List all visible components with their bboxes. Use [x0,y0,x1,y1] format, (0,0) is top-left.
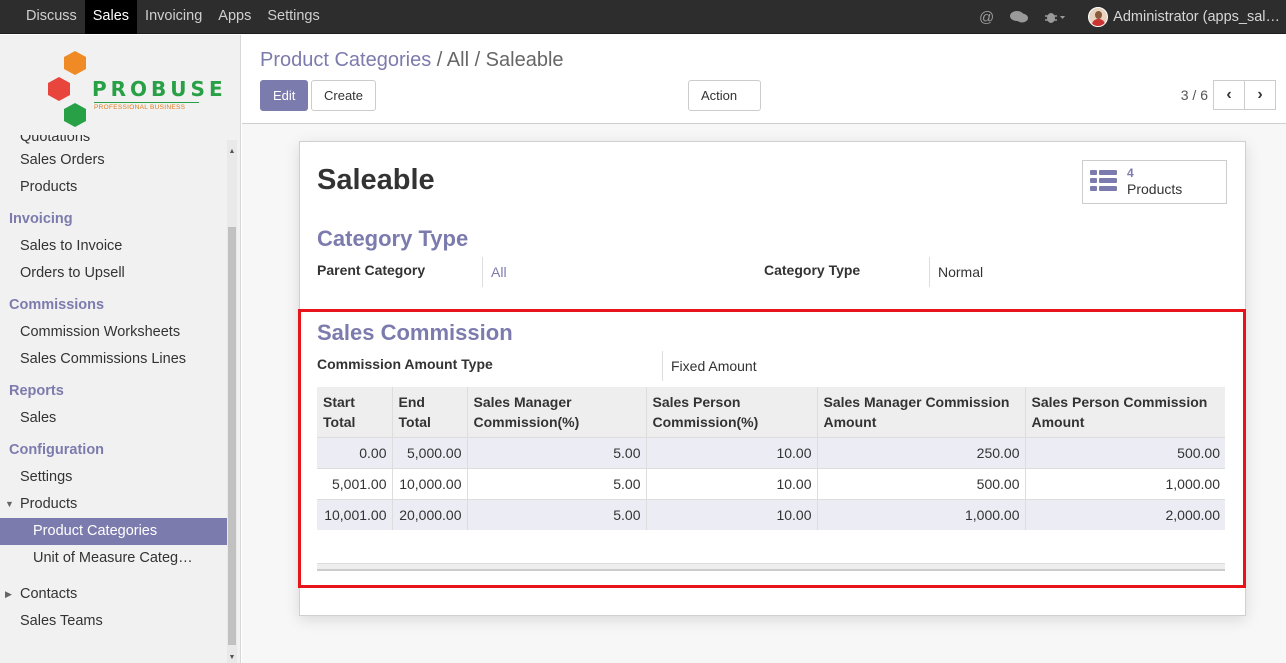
app-menu: Discuss Sales Invoicing Apps Settings [18,0,328,34]
breadcrumb: Product Categories / All / Saleable [260,49,564,72]
sidebar-item-sales-teams[interactable]: Sales Teams [0,608,227,635]
highlight-box [298,309,1246,588]
edit-button[interactable]: Edit [260,80,309,111]
products-label: Products [1127,181,1183,197]
menu-apps[interactable]: Apps [210,0,259,34]
at-sign-icon[interactable]: @ [979,9,994,26]
breadcrumb-root[interactable]: Product Categories [260,49,431,71]
control-panel: Product Categories / All / Saleable Edit… [242,35,1286,131]
sidebar-heading-commissions[interactable]: Commissions [0,287,227,319]
products-count: 4 [1127,166,1134,180]
sidebar-item-uom-categories[interactable]: Unit of Measure Categ… [0,545,227,572]
sidebar-item-sales-to-invoice[interactable]: Sales to Invoice [0,233,227,260]
create-button[interactable]: Create [311,80,377,111]
sidebar-item-sales-orders[interactable]: Sales Orders [0,147,227,174]
sidebar-item-label: Products [20,496,78,512]
sidebar-item-quotations[interactable]: Quotations [0,135,227,147]
menu-sales[interactable]: Sales [84,0,138,34]
sidebar-scrollbar[interactable]: ▲ ▼ [227,140,237,663]
section-category-type: Category Type [317,226,469,251]
debug-bug-icon[interactable] [1044,10,1066,24]
sidebar-item-label: Contacts [20,586,78,602]
logo-tagline: PROFESSIONAL BUSINESS [94,102,199,111]
action-label: Action [701,88,738,103]
caret-right-icon: ▶ [5,589,12,599]
pager-previous-button[interactable]: ‹ [1213,80,1245,110]
products-smart-button[interactable]: 4 Products [1082,160,1227,204]
sidebar: PROBUSE PROFESSIONAL BUSINESS Quotations… [0,35,241,663]
sidebar-menu: Quotations Sales Orders Products Invoici… [0,135,227,635]
company-logo: PROBUSE PROFESSIONAL BUSINESS [44,49,223,131]
sidebar-item-orders-to-upsell[interactable]: Orders to Upsell [0,260,227,287]
parent-category-value[interactable]: All [482,257,507,287]
chat-icon[interactable] [1010,10,1029,24]
top-navbar: Discuss Sales Invoicing Apps Settings @ … [0,0,1286,34]
sidebar-item-contacts[interactable]: ▶ Contacts [0,581,227,608]
action-button[interactable]: Action ▼ [688,80,761,131]
breadcrumb-current: All / Saleable [446,49,564,71]
scroll-down-icon[interactable]: ▼ [227,654,237,661]
sidebar-item-sales-report[interactable]: Sales [0,405,227,432]
scrollbar-thumb[interactable] [228,227,236,645]
pager-next-button[interactable]: › [1244,80,1276,110]
category-type-value: Normal [929,257,983,287]
sidebar-item-settings[interactable]: Settings [0,464,227,491]
menu-invoicing[interactable]: Invoicing [137,0,210,34]
pager-value: 3 / 6 [1180,87,1208,103]
user-name: Administrator (apps_sal… [1113,9,1280,25]
sidebar-item-products[interactable]: Products [0,174,227,201]
caret-down-icon: ▼ [5,499,14,509]
sidebar-item-commission-worksheets[interactable]: Commission Worksheets [0,319,227,346]
scroll-up-icon[interactable]: ▲ [227,148,237,155]
parent-category-label: Parent Category [317,262,426,278]
sidebar-heading-invoicing[interactable]: Invoicing [0,201,227,233]
menu-discuss[interactable]: Discuss [18,0,85,34]
sidebar-item-config-products[interactable]: ▼ Products [0,491,227,518]
breadcrumb-separator: / [431,49,447,71]
user-menu[interactable]: Administrator (apps_sal… [1088,7,1280,27]
sidebar-heading-reports[interactable]: Reports [0,373,227,405]
category-type-label: Category Type [764,262,861,278]
logo-word: PROBUSE [92,77,227,101]
sidebar-item-product-categories[interactable]: Product Categories [0,518,227,545]
avatar [1088,7,1109,27]
record-title: Saleable [317,164,435,196]
sidebar-item-sales-commissions-lines[interactable]: Sales Commissions Lines [0,346,227,373]
list-icon [1090,170,1117,192]
sidebar-heading-configuration[interactable]: Configuration [0,432,227,464]
menu-settings[interactable]: Settings [259,0,327,34]
